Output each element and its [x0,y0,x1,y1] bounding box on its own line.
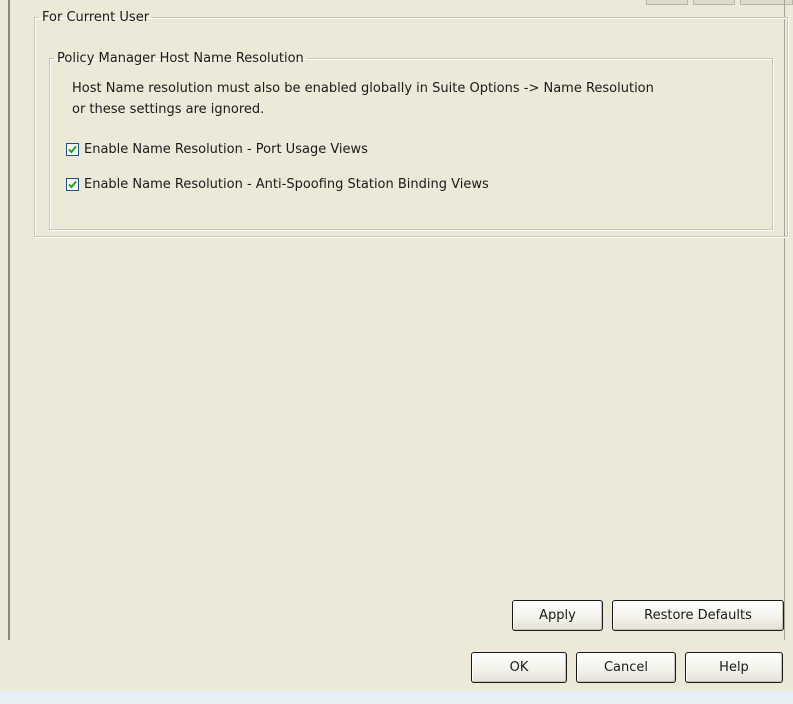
info-text-line-1: Host Name resolution must also be enable… [72,81,654,96]
info-text-line-2: or these settings are ignored. [72,102,265,117]
ok-button[interactable]: OK [471,652,567,683]
anti-spoofing-views-label[interactable]: Enable Name Resolution - Anti-Spoofing S… [84,177,489,192]
port-usage-views-option[interactable]: Enable Name Resolution - Port Usage View… [66,140,368,158]
cancel-button[interactable]: Cancel [576,652,676,683]
port-usage-views-checkbox[interactable] [66,142,79,156]
host-name-resolution-group: Policy Manager Host Name Resolution Host… [49,51,773,230]
settings-panel: For Current User Policy Manager Host Nam… [8,0,788,640]
apply-button[interactable]: Apply [512,600,603,631]
restore-defaults-button[interactable]: Restore Defaults [612,600,784,631]
bottom-edge-strip [0,691,793,704]
check-icon [68,145,77,153]
for-current-user-legend: For Current User [42,10,150,25]
anti-spoofing-views-option[interactable]: Enable Name Resolution - Anti-Spoofing S… [66,175,489,193]
options-dialog: For Current User Policy Manager Host Nam… [0,0,793,704]
host-name-resolution-legend: Policy Manager Host Name Resolution [57,51,304,66]
help-button[interactable]: Help [685,652,783,683]
check-icon [68,180,77,188]
port-usage-views-label[interactable]: Enable Name Resolution - Port Usage View… [84,142,368,157]
for-current-user-group: For Current User Policy Manager Host Nam… [34,10,788,237]
anti-spoofing-views-checkbox[interactable] [66,177,79,191]
